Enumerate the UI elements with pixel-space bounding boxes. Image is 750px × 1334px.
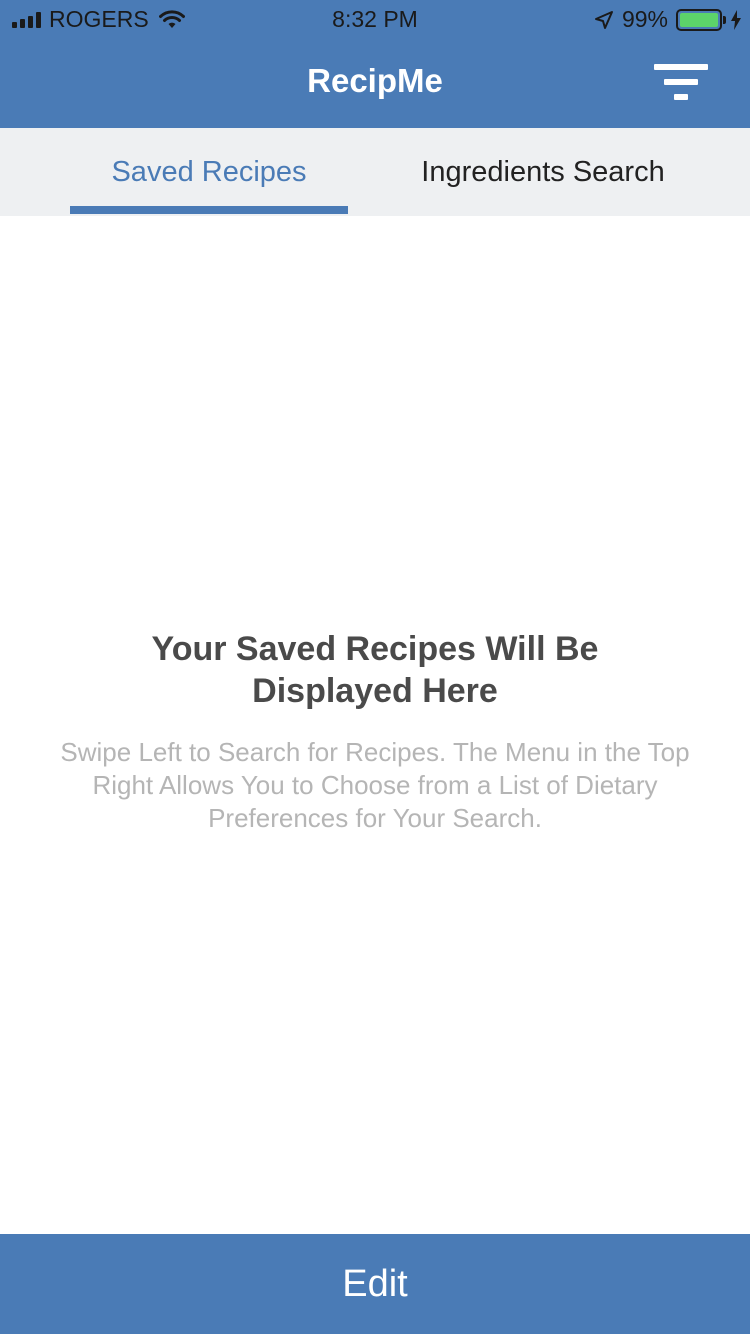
empty-state-title: Your Saved Recipes Will Be Displayed Her… — [151, 630, 599, 710]
top-bar: ROGERS 8:32 PM 99% RecipMe — [0, 0, 750, 128]
status-bar: ROGERS 8:32 PM 99% — [0, 0, 750, 42]
status-right: 99% — [594, 6, 742, 33]
app-title: RecipMe — [307, 62, 443, 99]
active-tab-indicator — [70, 206, 348, 214]
battery-icon — [676, 8, 726, 31]
filter-menu-icon[interactable] — [652, 62, 712, 102]
empty-state-description: Swipe Left to Search for Recipes. The Me… — [60, 737, 690, 833]
tab-bar: Saved Recipes Ingredients Search — [0, 128, 750, 216]
battery-percent: 99% — [621, 6, 668, 32]
tab-saved-recipes[interactable]: Saved Recipes — [70, 128, 348, 216]
edit-button[interactable]: Edit — [0, 1234, 750, 1334]
charging-bolt-icon — [731, 9, 741, 30]
location-arrow-icon — [594, 10, 613, 29]
tab-ingredients-search[interactable]: Ingredients Search — [390, 128, 696, 216]
